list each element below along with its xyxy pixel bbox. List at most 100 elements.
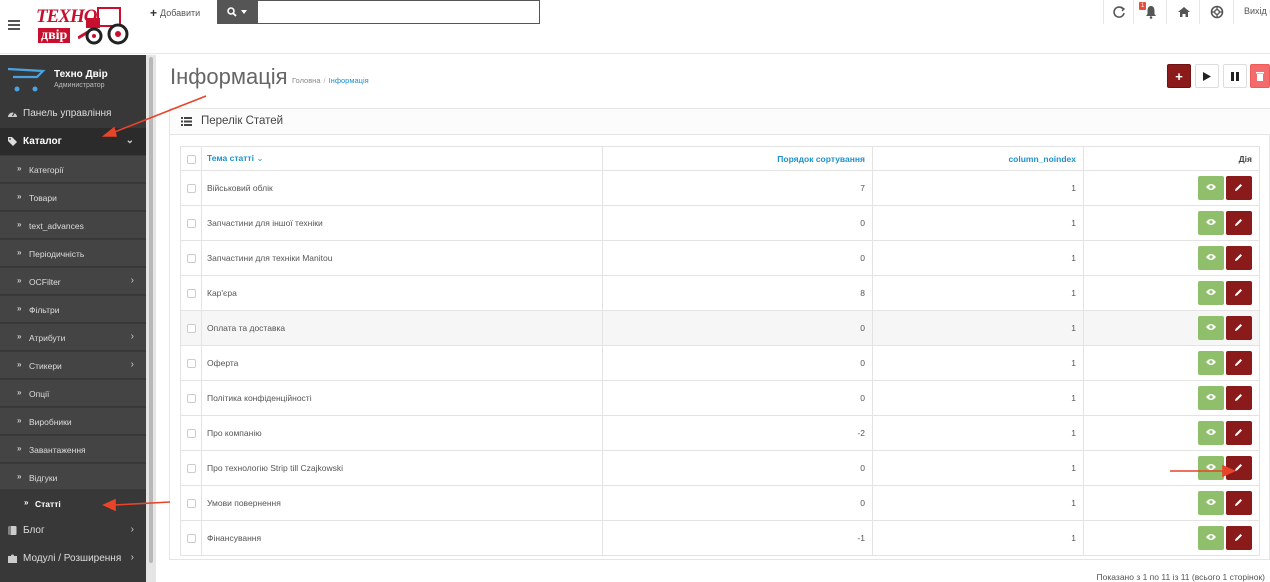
chevron-down-icon: ⌄ bbox=[125, 135, 134, 146]
breadcrumb-current[interactable]: Інформація bbox=[329, 76, 369, 85]
row-checkbox[interactable] bbox=[186, 499, 196, 509]
edit-button[interactable] bbox=[1226, 456, 1252, 480]
profile-block[interactable]: Техно Двір Администратор bbox=[0, 55, 146, 99]
view-button[interactable] bbox=[1198, 386, 1224, 410]
support-lifebuoy-icon[interactable] bbox=[1210, 5, 1224, 19]
sidebar-subitem-downloads[interactable]: » Завантаження bbox=[0, 435, 146, 462]
row-checkbox[interactable] bbox=[186, 429, 196, 439]
sidebar-item-label: Панель управління bbox=[23, 108, 112, 119]
row-checkbox[interactable] bbox=[186, 289, 196, 299]
sidebar-subitem-filters[interactable]: » Фільтри bbox=[0, 295, 146, 322]
search-dropdown-button[interactable] bbox=[217, 0, 257, 24]
column-header-sort-order[interactable]: Порядок сортування bbox=[602, 146, 873, 171]
edit-button[interactable] bbox=[1226, 176, 1252, 200]
sidebar-subitem-reviews[interactable]: » Відгуки bbox=[0, 463, 146, 490]
sidebar-subitem-attributes[interactable]: » Атрибути › bbox=[0, 323, 146, 350]
edit-button[interactable] bbox=[1226, 526, 1252, 550]
sidebar-scrollbar[interactable] bbox=[146, 55, 156, 582]
home-icon[interactable] bbox=[1177, 5, 1191, 19]
double-chevron-right-icon: » bbox=[17, 472, 22, 481]
column-header-name[interactable]: Тема статті ⌄ bbox=[201, 146, 603, 171]
view-button[interactable] bbox=[1198, 491, 1224, 515]
table-row: Про технологію Strip till Czajkowski 0 1 bbox=[180, 450, 1260, 486]
book-icon bbox=[8, 526, 17, 535]
sidebar-subitem-options[interactable]: » Опції bbox=[0, 379, 146, 406]
view-button[interactable] bbox=[1198, 246, 1224, 270]
notification-badge: 1 bbox=[1139, 2, 1147, 10]
view-button[interactable] bbox=[1198, 281, 1224, 305]
plus-icon: + bbox=[1175, 68, 1183, 84]
sort-order-cell: 0 bbox=[602, 205, 873, 241]
menu-toggle-icon[interactable] bbox=[8, 20, 20, 30]
sidebar-subitem-articles[interactable]: » Статті bbox=[0, 489, 146, 516]
row-checkbox[interactable] bbox=[186, 184, 196, 194]
edit-button[interactable] bbox=[1226, 491, 1252, 515]
double-chevron-right-icon: » bbox=[17, 276, 22, 285]
view-button[interactable] bbox=[1198, 351, 1224, 375]
search-input[interactable] bbox=[257, 0, 540, 24]
view-button[interactable] bbox=[1198, 176, 1224, 200]
view-button[interactable] bbox=[1198, 211, 1224, 235]
list-icon bbox=[181, 117, 192, 126]
sidebar-subitem-text-advances[interactable]: » text_advances bbox=[0, 211, 146, 238]
view-button[interactable] bbox=[1198, 316, 1224, 340]
scrollbar-thumb[interactable] bbox=[149, 57, 153, 563]
edit-button[interactable] bbox=[1226, 316, 1252, 340]
sidebar-item-blog[interactable]: Блог › bbox=[0, 517, 146, 544]
sidebar-subitem-label: Періодичність bbox=[29, 249, 85, 259]
sidebar-item-catalog[interactable]: Каталог ⌄ bbox=[0, 128, 146, 155]
refresh-icon[interactable] bbox=[1112, 5, 1126, 19]
sidebar-subitem-products[interactable]: » Товари bbox=[0, 183, 146, 210]
sort-caret-down-icon: ⌄ bbox=[256, 153, 264, 163]
eye-icon bbox=[1206, 359, 1216, 365]
edit-button[interactable] bbox=[1226, 211, 1252, 235]
row-checkbox[interactable] bbox=[186, 464, 196, 474]
articles-table: Тема статті ⌄ Порядок сортування column_… bbox=[180, 146, 1260, 556]
row-checkbox[interactable] bbox=[186, 324, 196, 334]
row-select-cell bbox=[180, 345, 202, 381]
view-button[interactable] bbox=[1198, 456, 1224, 480]
pencil-icon bbox=[1235, 359, 1242, 366]
view-button[interactable] bbox=[1198, 421, 1224, 445]
column-header-action: Дія bbox=[1083, 146, 1260, 171]
sidebar-subitem-periodicity[interactable]: » Періодичність bbox=[0, 239, 146, 266]
column-header-noindex[interactable]: column_noindex bbox=[872, 146, 1084, 171]
row-checkbox[interactable] bbox=[186, 534, 196, 544]
row-select-cell bbox=[180, 380, 202, 416]
enable-button[interactable] bbox=[1195, 64, 1219, 88]
add-new-button[interactable]: + Добавити bbox=[150, 6, 200, 20]
row-checkbox[interactable] bbox=[186, 394, 196, 404]
sidebar-subitem-ocfilter[interactable]: » OCFilter › bbox=[0, 267, 146, 294]
header-divider bbox=[1233, 0, 1234, 24]
breadcrumb-home[interactable]: Головна bbox=[292, 76, 321, 85]
header-divider bbox=[1133, 0, 1134, 24]
logout-link[interactable]: Вихід ( bbox=[1244, 6, 1270, 16]
sidebar-subitem-categories[interactable]: » Категорії bbox=[0, 155, 146, 182]
sidebar-item-modules[interactable]: Модулі / Розширення › bbox=[0, 545, 146, 572]
cart-logo-icon bbox=[7, 67, 46, 92]
row-checkbox[interactable] bbox=[186, 219, 196, 229]
chevron-right-icon: › bbox=[130, 552, 134, 563]
disable-button[interactable] bbox=[1223, 64, 1247, 88]
select-all-checkbox[interactable] bbox=[186, 154, 196, 164]
edit-button[interactable] bbox=[1226, 421, 1252, 445]
noindex-cell: 1 bbox=[872, 450, 1084, 486]
row-checkbox[interactable] bbox=[186, 359, 196, 369]
header-divider bbox=[1103, 0, 1104, 24]
sidebar-subitem-label: Відгуки bbox=[29, 473, 58, 483]
sidebar-subitem-manufacturers[interactable]: » Виробники bbox=[0, 407, 146, 434]
add-article-button[interactable]: + bbox=[1167, 64, 1191, 88]
edit-button[interactable] bbox=[1226, 281, 1252, 305]
edit-button[interactable] bbox=[1226, 351, 1252, 375]
sidebar-item-dashboard[interactable]: Панель управління bbox=[0, 100, 146, 127]
bell-icon[interactable] bbox=[1144, 5, 1158, 19]
row-checkbox[interactable] bbox=[186, 254, 196, 264]
view-button[interactable] bbox=[1198, 526, 1224, 550]
pencil-icon bbox=[1235, 324, 1242, 331]
edit-button[interactable] bbox=[1226, 246, 1252, 270]
site-logo[interactable]: ТЕХНО двір bbox=[36, 4, 132, 48]
delete-button[interactable] bbox=[1250, 64, 1270, 88]
eye-icon bbox=[1206, 394, 1216, 400]
edit-button[interactable] bbox=[1226, 386, 1252, 410]
sidebar-subitem-stickers[interactable]: » Стикери › bbox=[0, 351, 146, 378]
